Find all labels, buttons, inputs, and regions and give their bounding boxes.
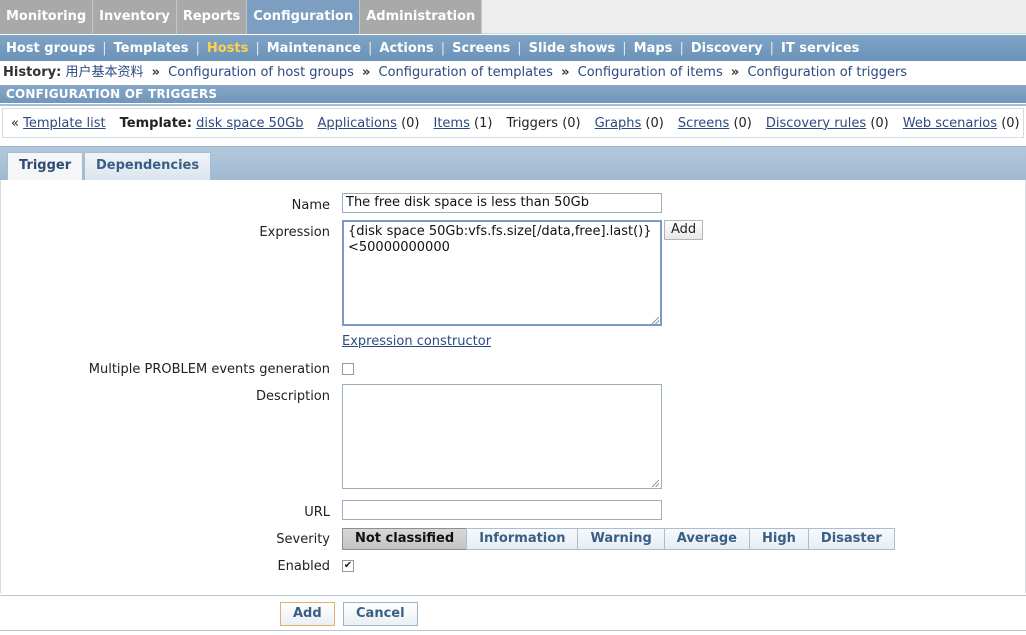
form-tabs: Trigger Dependencies bbox=[0, 146, 1026, 180]
main-menu: Monitoring Inventory Reports Configurati… bbox=[0, 0, 483, 34]
main-menu-bar: Monitoring Inventory Reports Configurati… bbox=[0, 0, 1026, 34]
applications-link[interactable]: Applications bbox=[318, 116, 397, 131]
discovery-rules-link[interactable]: Discovery rules bbox=[766, 116, 866, 131]
web-scenarios-link[interactable]: Web scenarios bbox=[903, 116, 997, 131]
history-item[interactable]: Configuration of items bbox=[578, 65, 723, 80]
main-menu-monitoring[interactable]: Monitoring bbox=[0, 0, 94, 34]
severity-information[interactable]: Information bbox=[466, 528, 579, 550]
severity-selector: Not classified Information Warning Avera… bbox=[342, 528, 895, 550]
history-separator: » bbox=[730, 65, 740, 80]
sub-menu-screens[interactable]: Screens bbox=[452, 41, 510, 56]
severity-not-classified[interactable]: Not classified bbox=[342, 528, 468, 550]
main-menu-administration[interactable]: Administration bbox=[360, 0, 483, 34]
history-separator: » bbox=[151, 65, 161, 80]
sub-menu-separator: | bbox=[255, 40, 260, 56]
graphs-link[interactable]: Graphs bbox=[595, 116, 642, 131]
history-separator: » bbox=[561, 65, 570, 80]
template-name-link[interactable]: disk space 50Gb bbox=[196, 116, 303, 131]
sub-menu-separator: | bbox=[102, 40, 107, 56]
screens-link[interactable]: Screens bbox=[678, 116, 729, 131]
severity-disaster[interactable]: Disaster bbox=[807, 528, 895, 550]
url-field[interactable] bbox=[342, 500, 662, 520]
sub-menu-it-services[interactable]: IT services bbox=[781, 41, 859, 56]
section-divider bbox=[0, 104, 1026, 106]
applications-count: (0) bbox=[401, 115, 420, 131]
sub-menu-actions[interactable]: Actions bbox=[379, 41, 433, 56]
enabled-label: Enabled bbox=[277, 559, 330, 574]
add-button[interactable]: Add bbox=[280, 602, 335, 626]
history-label: History: bbox=[3, 65, 62, 80]
sub-menu: Host groups | Templates | Hosts | Mainte… bbox=[0, 35, 1026, 61]
template-info-bar: « Template list Template: disk space 50G… bbox=[2, 108, 1024, 138]
description-textarea[interactable] bbox=[342, 384, 662, 489]
tab-trigger[interactable]: Trigger bbox=[7, 152, 84, 180]
items-link[interactable]: Items bbox=[434, 116, 470, 131]
tab-dependencies[interactable]: Dependencies bbox=[84, 152, 212, 180]
severity-label: Severity bbox=[276, 532, 330, 547]
web-scenarios-count: (0) bbox=[1001, 115, 1020, 131]
main-menu-reports[interactable]: Reports bbox=[176, 0, 248, 34]
sub-menu-separator: | bbox=[440, 40, 446, 56]
severity-average[interactable]: Average bbox=[663, 528, 750, 550]
sub-menu-slide-shows[interactable]: Slide shows bbox=[529, 41, 616, 56]
history-breadcrumb: History: 用户基本资料 » Configuration of host … bbox=[0, 62, 1026, 84]
multiple-events-label: Multiple PROBLEM events generation bbox=[88, 362, 330, 377]
sub-menu-separator: | bbox=[195, 40, 200, 56]
template-label: Template: bbox=[119, 115, 192, 131]
template-list-link[interactable]: Template list bbox=[23, 116, 106, 131]
history-item[interactable]: Configuration of triggers bbox=[747, 65, 907, 80]
severity-high[interactable]: High bbox=[749, 528, 809, 550]
expression-constructor-link[interactable]: Expression constructor bbox=[342, 334, 491, 349]
triggers-label: Triggers bbox=[506, 115, 559, 131]
history-item[interactable]: Configuration of templates bbox=[379, 65, 553, 80]
expression-add-button[interactable]: Add bbox=[664, 220, 704, 240]
expression-textarea[interactable]: {disk space 50Gb:vfs.fs.size[/data,free]… bbox=[342, 220, 662, 326]
main-menu-inventory[interactable]: Inventory bbox=[93, 0, 177, 34]
cancel-button[interactable]: Cancel bbox=[343, 602, 418, 626]
sub-menu-maps[interactable]: Maps bbox=[634, 41, 673, 56]
sub-menu-separator: | bbox=[679, 40, 684, 56]
sub-menu-separator: | bbox=[622, 40, 627, 56]
history-item[interactable]: Configuration of host groups bbox=[168, 65, 354, 80]
name-field[interactable]: The free disk space is less than 50Gb bbox=[342, 193, 662, 213]
sub-menu-maintenance[interactable]: Maintenance bbox=[267, 41, 361, 56]
sub-menu-hosts[interactable]: Hosts bbox=[207, 41, 249, 56]
discovery-rules-count: (0) bbox=[870, 115, 889, 131]
graphs-count: (0) bbox=[645, 115, 664, 131]
screens-count: (0) bbox=[733, 115, 752, 131]
sub-menu-separator: | bbox=[368, 40, 373, 56]
name-label: Name bbox=[291, 198, 330, 213]
multiple-events-checkbox[interactable] bbox=[342, 363, 354, 375]
history-separator: » bbox=[361, 65, 371, 80]
back-marker: « bbox=[11, 115, 19, 131]
expression-label: Expression bbox=[259, 225, 330, 240]
sub-menu-separator: | bbox=[517, 40, 522, 56]
items-count: (1) bbox=[474, 115, 493, 131]
severity-warning[interactable]: Warning bbox=[577, 528, 665, 550]
history-item[interactable]: 用户基本资料 bbox=[65, 65, 143, 80]
form-footer: Add Cancel bbox=[0, 595, 1026, 631]
sub-menu-separator: | bbox=[769, 40, 775, 56]
url-label: URL bbox=[304, 505, 330, 520]
triggers-count: (0) bbox=[562, 115, 581, 131]
enabled-checkbox[interactable]: ✔ bbox=[342, 560, 354, 572]
resize-handle-icon[interactable] bbox=[652, 317, 659, 324]
sub-menu-discovery[interactable]: Discovery bbox=[691, 41, 763, 56]
trigger-form: Name The free disk space is less than 50… bbox=[0, 180, 1026, 593]
page-title: CONFIGURATION OF TRIGGERS bbox=[0, 85, 1026, 103]
resize-handle-icon[interactable] bbox=[652, 480, 659, 487]
description-label: Description bbox=[255, 389, 330, 404]
sub-menu-host-groups[interactable]: Host groups bbox=[6, 41, 95, 56]
sub-menu-templates[interactable]: Templates bbox=[114, 41, 189, 56]
main-menu-configuration[interactable]: Configuration bbox=[247, 0, 361, 34]
